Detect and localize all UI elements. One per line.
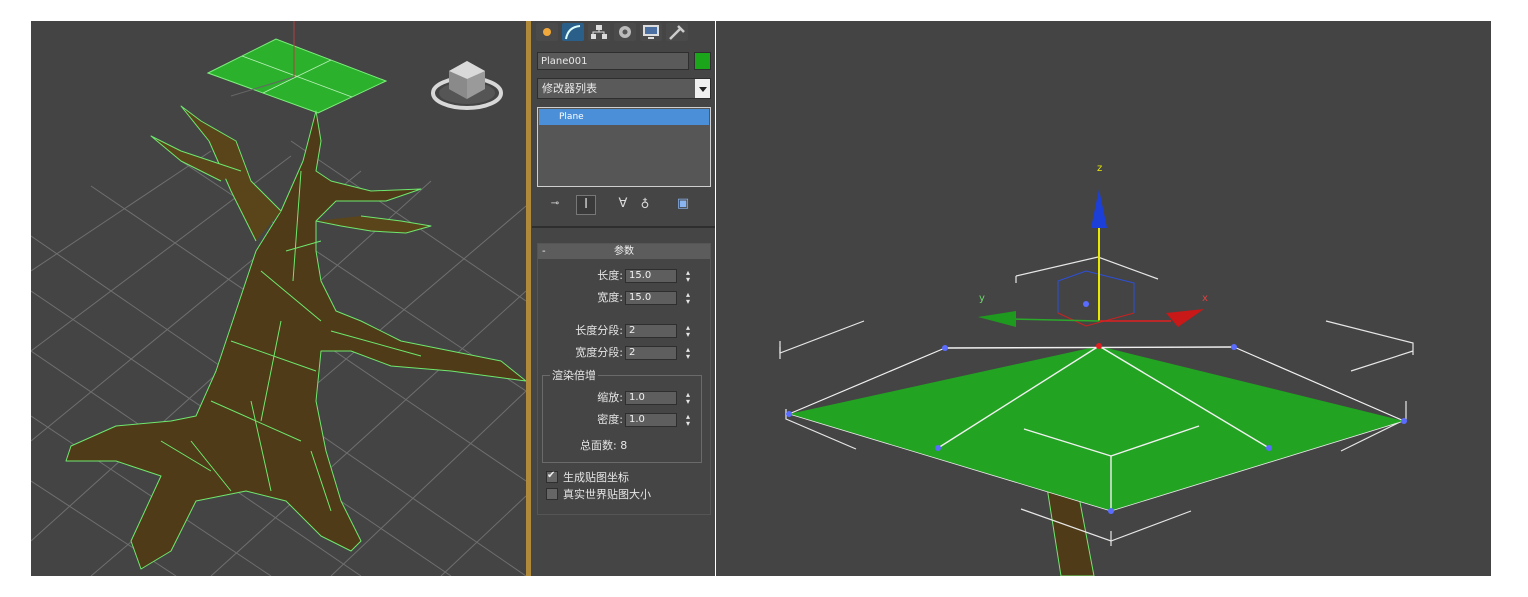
density-spinner-icon[interactable]: ▴ ▾ (684, 413, 692, 428)
tree-trunk-mesh[interactable] (65, 105, 526, 570)
gen-mapping-checkbox[interactable]: 生成贴图坐标 (546, 469, 629, 485)
length-label: 长度: (597, 269, 623, 282)
length-input[interactable]: 15.0 (625, 269, 677, 283)
gen-mapping-label: 生成贴图坐标 (563, 471, 629, 484)
real-world-label: 真实世界贴图大小 (563, 488, 651, 501)
create-tab-icon[interactable] (536, 23, 558, 41)
density-input[interactable]: 1.0 (625, 413, 677, 427)
command-panel-tabs (534, 21, 714, 43)
modifier-list-dropdown[interactable]: 修改器列表 (537, 78, 711, 99)
real-world-check-icon[interactable] (546, 488, 558, 500)
command-panel: Plane001 修改器列表 Plane ⊸ I ∀ ♁ ▣ - 参数 长度: … (526, 21, 715, 576)
width-spinner-icon[interactable]: ▴ ▾ (684, 291, 692, 306)
move-gizmo[interactable]: z y x (978, 163, 1208, 327)
modify-tab-icon[interactable] (562, 23, 584, 41)
render-multipliers-label: 渲染倍增 (550, 369, 598, 382)
width-segs-row: 宽度分段: 2 ▴ ▾ (537, 345, 709, 361)
width-segs-input[interactable]: 2 (625, 346, 677, 360)
x-axis-label: x (1202, 293, 1208, 304)
chevron-down-icon[interactable] (695, 79, 710, 98)
make-unique-icon[interactable]: ∀ (616, 195, 630, 213)
density-row: 密度: 1.0 ▴ ▾ (537, 412, 709, 428)
green-plane-mesh[interactable] (786, 301, 1407, 514)
viewport-divider[interactable] (526, 21, 531, 576)
length-spinner-icon[interactable]: ▴ ▾ (684, 269, 692, 284)
view-cube-icon[interactable] (431, 61, 503, 110)
viewport-right-scene: z y x (779, 163, 1414, 576)
scale-label: 缩放: (597, 391, 623, 404)
total-faces-text: 总面数: 8 (580, 439, 628, 452)
length-segs-row: 长度分段: 2 ▴ ▾ (537, 323, 709, 339)
width-label: 宽度: (597, 291, 623, 304)
gen-mapping-check-icon[interactable] (546, 469, 558, 483)
rollout-title: 参数 (614, 246, 634, 257)
z-axis-label: z (1097, 163, 1102, 174)
modifier-stack[interactable]: Plane (537, 107, 711, 187)
rollout-header[interactable]: - 参数 (538, 244, 710, 259)
viewport-left-scene (31, 21, 526, 576)
modifier-list-label: 修改器列表 (542, 82, 597, 95)
length-segs-spinner-icon[interactable]: ▴ ▾ (684, 324, 692, 339)
width-input[interactable]: 15.0 (625, 291, 677, 305)
x-axis-arrow-icon[interactable] (1166, 309, 1204, 327)
motion-tab-icon[interactable] (614, 23, 636, 41)
width-segs-spinner-icon[interactable]: ▴ ▾ (684, 346, 692, 361)
y-axis-arrow-icon[interactable] (978, 311, 1016, 327)
object-name-field[interactable]: Plane001 (537, 52, 689, 70)
remove-modifier-icon[interactable]: ♁ (638, 195, 652, 213)
object-color-swatch[interactable] (694, 52, 711, 70)
display-tab-icon[interactable] (640, 23, 662, 41)
panel-separator (532, 226, 715, 228)
length-row: 长度: 15.0 ▴ ▾ (537, 268, 709, 284)
length-segs-label: 长度分段: (575, 324, 623, 337)
green-plane-mesh[interactable] (206, 21, 388, 114)
scale-input[interactable]: 1.0 (625, 391, 677, 405)
configure-sets-icon[interactable]: ▣ (676, 195, 690, 213)
y-axis-label: y (979, 293, 985, 304)
real-world-checkbox[interactable]: 真实世界贴图大小 (546, 488, 651, 502)
show-end-result-icon[interactable]: I (576, 195, 596, 215)
stack-buttons: ⊸ I ∀ ♁ ▣ (546, 191, 706, 217)
perspective-viewport-left[interactable] (31, 21, 526, 576)
perspective-viewport-right[interactable]: z y x (716, 21, 1491, 576)
width-segs-label: 宽度分段: (575, 346, 623, 359)
density-label: 密度: (597, 413, 623, 426)
scale-row: 缩放: 1.0 ▴ ▾ (537, 390, 709, 406)
z-axis-arrow-icon[interactable] (1091, 189, 1107, 228)
scale-spinner-icon[interactable]: ▴ ▾ (684, 391, 692, 406)
pin-stack-icon[interactable]: ⊸ (548, 195, 562, 213)
width-row: 宽度: 15.0 ▴ ▾ (537, 290, 709, 306)
length-segs-input[interactable]: 2 (625, 324, 677, 338)
collapse-icon[interactable]: - (542, 244, 546, 259)
stack-item-plane[interactable]: Plane (539, 109, 709, 125)
hierarchy-tab-icon[interactable] (588, 23, 610, 41)
utilities-tab-icon[interactable] (666, 23, 688, 41)
